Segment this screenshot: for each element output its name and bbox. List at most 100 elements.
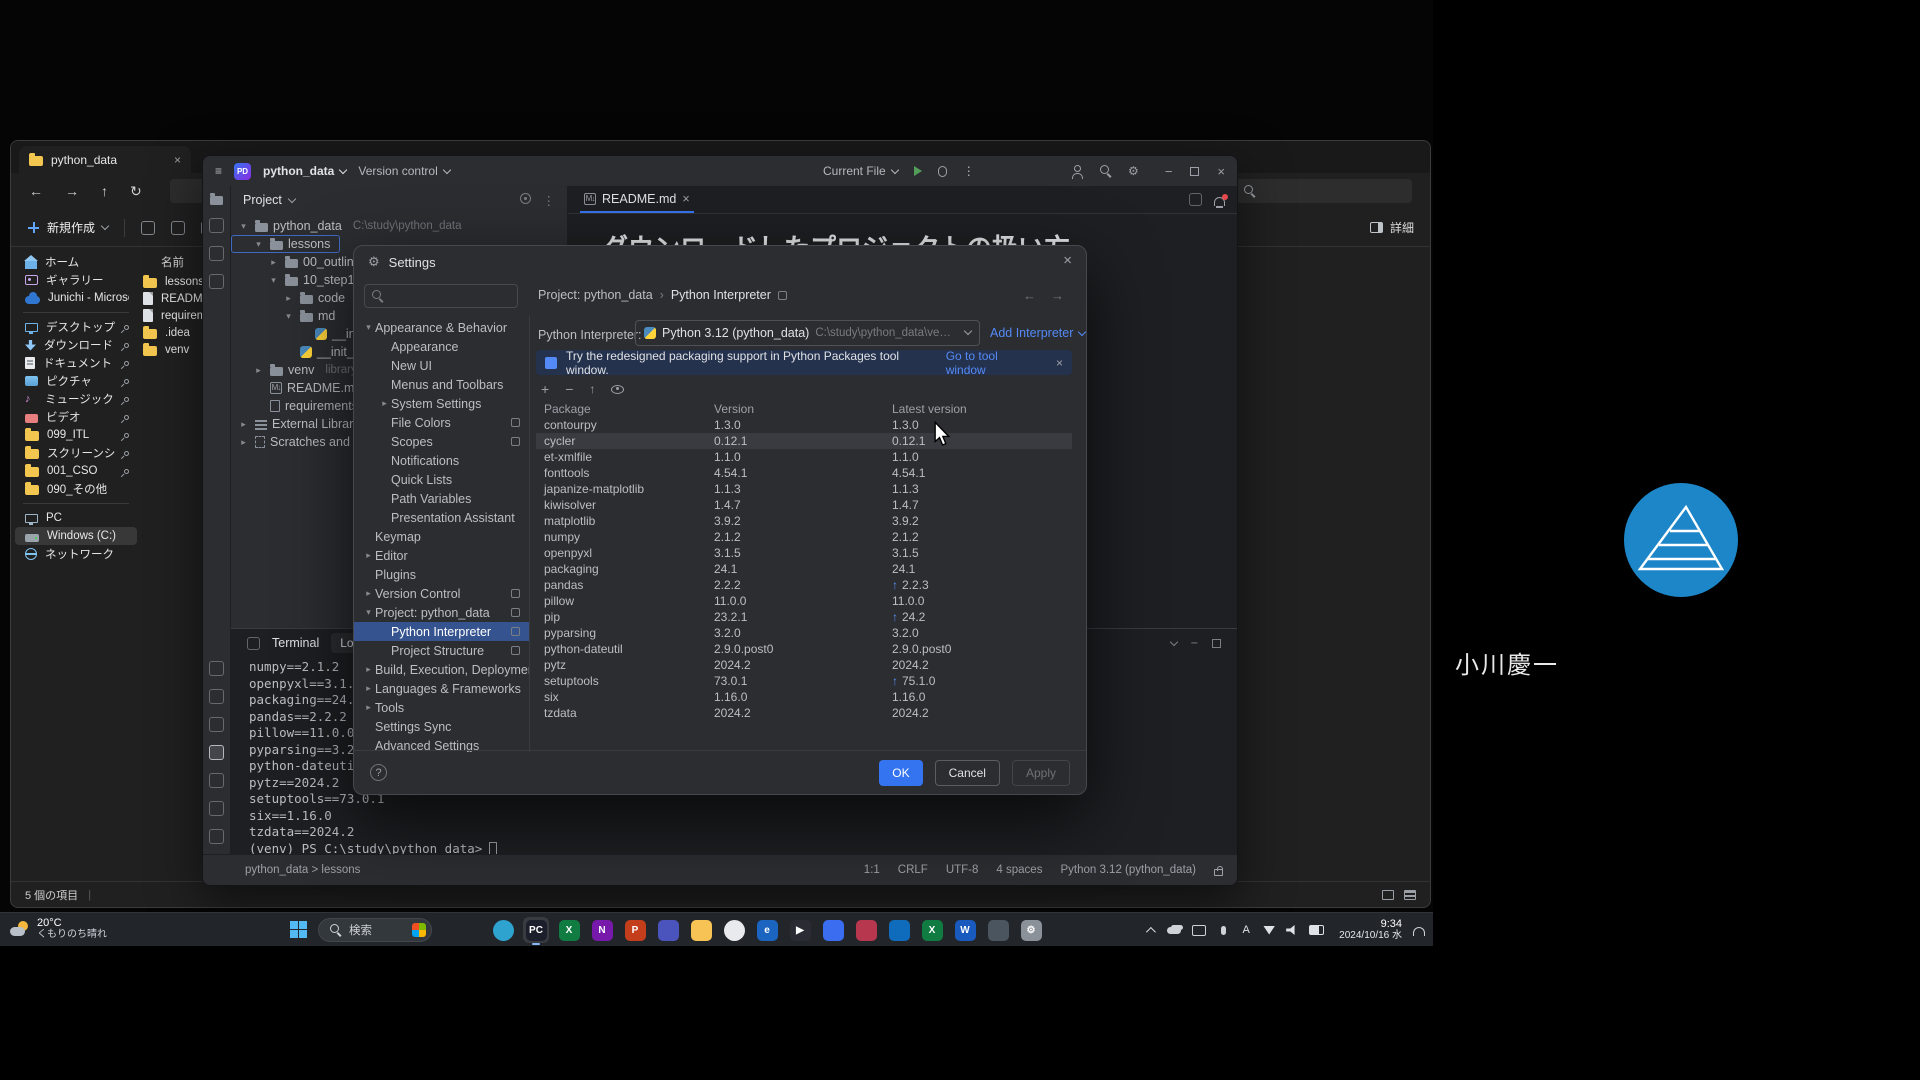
maximize-icon[interactable] [1190, 167, 1199, 176]
header-version[interactable]: Version [714, 402, 892, 416]
chevron-down-icon[interactable] [1169, 637, 1177, 645]
sidebar-item[interactable]: ミュージック [15, 390, 137, 408]
taskbar-app-media-player[interactable]: ▶ [787, 917, 813, 943]
close-tab-icon[interactable] [174, 153, 181, 167]
sidebar-item[interactable]: ホーム [15, 253, 137, 271]
editor-layout-icon[interactable] [1189, 193, 1202, 206]
go-to-tool-window-link[interactable]: Go to tool window [946, 349, 1039, 377]
start-button[interactable] [290, 921, 307, 938]
package-row[interactable]: setuptools73.0.1↑75.1.0 [536, 673, 1072, 689]
settings-tree-item[interactable]: Quick Lists [354, 470, 529, 489]
tray-wifi-icon[interactable] [1263, 924, 1275, 937]
package-row[interactable]: pytz2024.22024.2 [536, 657, 1072, 673]
taskbar-app-onenote[interactable]: N [589, 917, 615, 943]
settings-tree-item[interactable]: ▸Editor [354, 546, 529, 565]
main-menu-icon[interactable]: ≡ [215, 164, 222, 178]
package-row[interactable]: python-dateutil2.9.0.post02.9.0.post0 [536, 641, 1072, 657]
settings-tree-item[interactable]: ▸System Settings [354, 394, 529, 413]
sidebar-item[interactable]: デスクトップ [15, 318, 137, 336]
project-widget[interactable]: python_data [263, 164, 346, 178]
tool-stripe-vcs-icon[interactable] [209, 717, 224, 732]
locate-file-icon[interactable] [520, 193, 531, 204]
settings-tree-item[interactable]: ▾Appearance & Behavior [354, 318, 529, 337]
copy-icon[interactable] [171, 221, 185, 235]
sidebar-item[interactable]: ギャラリー [15, 271, 137, 289]
tool-stripe-terminal-icon[interactable] [209, 745, 224, 760]
settings-tree-item[interactable]: ▸Build, Execution, Deployment [354, 660, 529, 679]
package-row[interactable]: six1.16.01.16.0 [536, 689, 1072, 705]
new-item-button[interactable]: 新規作成 [27, 219, 108, 236]
notification-bell-icon[interactable] [1413, 927, 1425, 936]
settings-gear-icon[interactable] [1128, 164, 1139, 178]
explorer-search-box[interactable] [1236, 179, 1412, 203]
sidebar-item[interactable]: PC [15, 509, 137, 527]
debug-icon[interactable] [938, 166, 947, 177]
package-row[interactable]: pyparsing3.2.03.2.0 [536, 625, 1072, 641]
sidebar-item[interactable]: ドキュメント [15, 354, 137, 372]
sidebar-item[interactable]: 001_CSO [15, 462, 137, 480]
add-interpreter-link[interactable]: Add Interpreter [990, 326, 1085, 340]
settings-tree-item[interactable]: ▾Project: python_data [354, 603, 529, 622]
package-row[interactable]: openpyxl3.1.53.1.5 [536, 545, 1072, 561]
tool-stripe-python-packages-icon[interactable] [209, 661, 224, 676]
package-row[interactable]: pandas2.2.2↑2.2.3 [536, 577, 1072, 593]
taskbar-app-word[interactable]: W [952, 917, 978, 943]
sidebar-item[interactable]: スクリーンショット [15, 444, 137, 462]
close-tab-icon[interactable] [682, 192, 689, 206]
run-icon[interactable] [914, 166, 922, 176]
header-package[interactable]: Package [536, 402, 714, 416]
uninstall-package-icon[interactable]: − [565, 381, 573, 397]
package-row[interactable]: numpy2.1.22.1.2 [536, 529, 1072, 545]
status-item[interactable]: UTF-8 [946, 864, 979, 876]
panel-options-icon[interactable]: ⋮ [543, 193, 556, 208]
tray-volume-icon[interactable] [1286, 924, 1298, 937]
taskbar-app-edge[interactable]: e [754, 917, 780, 943]
tool-stripe-structure-icon[interactable] [209, 274, 224, 289]
tray-display-icon[interactable] [1192, 924, 1206, 937]
taskbar-app-clock-app[interactable] [820, 917, 846, 943]
taskbar-app-excel-2[interactable]: X [919, 917, 945, 943]
install-package-icon[interactable]: + [541, 381, 549, 397]
package-row[interactable]: japanize-matplotlib1.1.31.1.3 [536, 481, 1072, 497]
settings-tree-item[interactable]: Presentation Assistant [354, 508, 529, 527]
package-row[interactable]: cycler0.12.10.12.1 [536, 433, 1072, 449]
forward-icon[interactable]: → [65, 183, 79, 199]
sidebar-item[interactable]: ビデオ [15, 408, 137, 426]
settings-tree-item[interactable]: Scopes [354, 432, 529, 451]
settings-tree-item[interactable]: ▸Tools [354, 698, 529, 717]
package-row[interactable]: matplotlib3.9.23.9.2 [536, 513, 1072, 529]
sidebar-item[interactable]: ピクチャ [15, 372, 137, 390]
tray-mic-icon[interactable] [1217, 924, 1229, 937]
package-row[interactable]: pillow11.0.011.0.0 [536, 593, 1072, 609]
package-row[interactable]: packaging24.124.1 [536, 561, 1072, 577]
list-view-icon[interactable] [1382, 890, 1394, 900]
back-icon[interactable]: ← [1023, 288, 1036, 303]
settings-tree-item[interactable]: File Colors [354, 413, 529, 432]
forward-icon[interactable]: → [1051, 288, 1064, 303]
settings-tree-item[interactable]: Menus and Toolbars [354, 375, 529, 394]
sidebar-item[interactable]: 099_ITL [15, 426, 137, 444]
sidebar-item[interactable]: Junichi - Microsoft [15, 289, 137, 307]
tool-stripe-problems-icon[interactable] [209, 773, 224, 788]
vcs-widget[interactable]: Version control [358, 164, 449, 178]
package-row[interactable]: et-xmlfile1.1.01.1.0 [536, 449, 1072, 465]
run-config-widget[interactable]: Current File [823, 164, 898, 178]
taskbar-app-paint[interactable] [853, 917, 879, 943]
apply-button[interactable]: Apply [1012, 760, 1070, 786]
explorer-tab[interactable]: python_data [19, 146, 191, 173]
breadcrumb-parent[interactable]: Project: python_data [538, 288, 653, 302]
tray-battery-icon[interactable] [1309, 924, 1324, 937]
taskbar-search[interactable]: 検索 [318, 918, 432, 942]
project-panel-header[interactable]: Project ⋮ [231, 186, 567, 214]
editor-tab-readme[interactable]: README.md [580, 186, 694, 213]
package-row[interactable]: pip23.2.1↑24.2 [536, 609, 1072, 625]
tool-stripe-notifications-icon[interactable] [209, 829, 224, 844]
up-icon[interactable]: ↑ [101, 183, 108, 199]
status-item[interactable]: 1:1 [864, 864, 880, 876]
project-tree-item[interactable]: ▾lessons [231, 235, 340, 253]
taskbar-app-powerpoint[interactable]: P [622, 917, 648, 943]
settings-search-input[interactable] [364, 284, 518, 308]
back-icon[interactable]: ← [29, 183, 43, 199]
sidebar-item[interactable]: ネットワーク [15, 545, 137, 563]
upgrade-package-icon[interactable]: ↑ [589, 382, 595, 396]
